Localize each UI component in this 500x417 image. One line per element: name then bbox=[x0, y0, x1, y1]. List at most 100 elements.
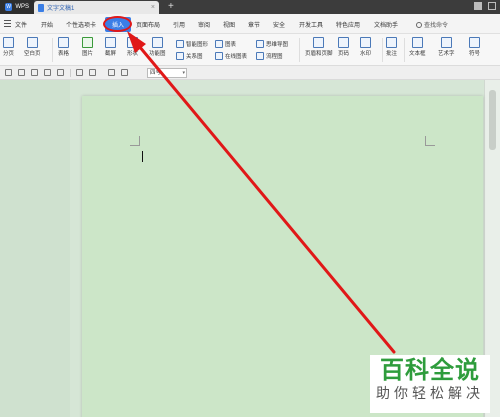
table-button[interactable]: 表格 bbox=[58, 37, 69, 57]
save-icon[interactable] bbox=[18, 69, 25, 76]
command-search-label: 查找命令 bbox=[424, 23, 449, 29]
blank-page-button[interactable]: 空白页 bbox=[24, 37, 41, 57]
wps-home-button[interactable]: W WPS bbox=[0, 0, 34, 14]
redo-icon[interactable] bbox=[89, 69, 96, 76]
mind-map-button[interactable]: 思维导图 bbox=[256, 40, 288, 48]
wps-label: WPS bbox=[15, 4, 29, 10]
menu-file[interactable]: 文件 bbox=[15, 20, 27, 29]
watermark-subtitle: 助你轻松解决 bbox=[376, 386, 484, 402]
close-tab-icon[interactable]: × bbox=[151, 4, 155, 11]
picture-button[interactable]: 图片 bbox=[82, 37, 93, 57]
tab-home[interactable]: 开始 bbox=[41, 20, 53, 29]
function-chart-button[interactable]: 功能图 bbox=[149, 37, 166, 57]
tab-security[interactable]: 安全 bbox=[273, 20, 285, 29]
command-search[interactable]: 查找命令 bbox=[416, 20, 448, 29]
ribbon-divider bbox=[404, 38, 405, 62]
table-label: 表格 bbox=[58, 51, 70, 57]
tab-doc-assistant[interactable]: 文档助手 bbox=[374, 20, 398, 29]
watermark-label: 水印 bbox=[360, 51, 372, 57]
wps-logo-icon: W bbox=[5, 3, 13, 11]
margin-marker-top-right bbox=[425, 136, 435, 146]
watermark-button[interactable]: 水印 bbox=[360, 37, 371, 57]
flowchart-button[interactable]: 流程图 bbox=[256, 52, 283, 60]
document-tab[interactable]: 文字文稿1 × bbox=[34, 1, 159, 14]
account-icon[interactable] bbox=[474, 2, 482, 10]
tab-review[interactable]: 审阅 bbox=[198, 20, 210, 29]
customize-icon[interactable] bbox=[121, 69, 128, 76]
comment-button[interactable]: 批注 bbox=[386, 37, 397, 57]
left-margin-area bbox=[0, 80, 70, 417]
page-break-icon bbox=[3, 37, 14, 48]
tab-custom[interactable]: 个性选项卡 bbox=[66, 20, 96, 29]
textbox-icon bbox=[411, 37, 423, 48]
flowchart-icon bbox=[256, 52, 264, 60]
shape-icon bbox=[127, 37, 138, 48]
shape-button[interactable]: 形状 bbox=[127, 37, 138, 57]
quickbar-divider bbox=[70, 69, 71, 77]
page-break-label: 分页 bbox=[3, 51, 15, 57]
new-file-icon[interactable] bbox=[5, 69, 12, 76]
tab-developer[interactable]: 开发工具 bbox=[299, 20, 323, 29]
new-tab-button[interactable]: + bbox=[168, 1, 174, 12]
tab-page-layout[interactable]: 页面布局 bbox=[136, 20, 160, 29]
screenshot-button[interactable]: 截屏 bbox=[105, 37, 116, 57]
smart-shape-label: 智能图形 bbox=[186, 42, 209, 48]
page-break-button[interactable]: 分页 bbox=[3, 37, 14, 57]
function-chart-label: 功能图 bbox=[149, 51, 166, 57]
symbol-button[interactable]: 符号 bbox=[469, 37, 480, 57]
title-bar: W WPS 文字文稿1 × + bbox=[0, 0, 500, 14]
smart-shape-icon bbox=[176, 40, 184, 48]
chart-button[interactable]: 图表 bbox=[215, 40, 236, 48]
print-preview-icon[interactable] bbox=[44, 69, 51, 76]
relationship-label: 关系图 bbox=[186, 54, 203, 60]
smart-shape-button[interactable]: 智能图形 bbox=[176, 40, 208, 48]
online-chart-icon bbox=[215, 52, 223, 60]
window-controls bbox=[474, 2, 496, 10]
annotation-circle bbox=[103, 16, 132, 32]
relationship-icon bbox=[176, 52, 184, 60]
quick-access-bar: 四号 bbox=[0, 66, 500, 80]
pdf-export-icon[interactable] bbox=[57, 69, 64, 76]
page-number-label: 页码 bbox=[338, 51, 350, 57]
chart-label: 图表 bbox=[225, 42, 237, 48]
picture-label: 图片 bbox=[82, 51, 94, 57]
blank-page-icon bbox=[26, 37, 38, 48]
scrollbar-thumb[interactable] bbox=[489, 90, 496, 150]
art-text-button[interactable]: 艺术字 bbox=[438, 37, 455, 57]
function-chart-icon bbox=[151, 37, 163, 48]
text-cursor bbox=[142, 151, 143, 162]
online-chart-button[interactable]: 在线图表 bbox=[215, 52, 247, 60]
tab-view[interactable]: 视图 bbox=[223, 20, 235, 29]
font-size-select[interactable]: 四号 bbox=[147, 68, 187, 78]
screenshot-label: 截屏 bbox=[105, 51, 117, 57]
tab-references[interactable]: 引用 bbox=[173, 20, 185, 29]
mind-map-icon bbox=[256, 40, 264, 48]
textbox-label: 文本框 bbox=[409, 51, 426, 57]
symbol-label: 符号 bbox=[469, 51, 481, 57]
header-footer-icon bbox=[313, 37, 325, 48]
restore-window-icon[interactable] bbox=[488, 2, 496, 10]
watermark-title: 百科全说 bbox=[380, 356, 480, 384]
margin-marker-top-left bbox=[130, 136, 140, 146]
menu-icon[interactable] bbox=[4, 20, 11, 27]
format-painter-icon[interactable] bbox=[108, 69, 115, 76]
textbox-button[interactable]: 文本框 bbox=[409, 37, 426, 57]
relationship-button[interactable]: 关系图 bbox=[176, 52, 203, 60]
table-icon bbox=[58, 37, 69, 48]
undo-icon[interactable] bbox=[76, 69, 83, 76]
blank-page-label: 空白页 bbox=[24, 51, 41, 57]
header-footer-button[interactable]: 页眉和页脚 bbox=[305, 37, 333, 57]
tab-special-apps[interactable]: 特色应用 bbox=[336, 20, 360, 29]
site-watermark: 百科全说 助你轻松解决 bbox=[370, 355, 490, 413]
menu-bar: 文件 开始 个性选项卡 插入 页面布局 引用 审阅 视图 章节 安全 开发工具 … bbox=[0, 14, 500, 34]
shape-label: 形状 bbox=[127, 51, 139, 57]
search-icon bbox=[416, 21, 422, 28]
print-icon[interactable] bbox=[31, 69, 38, 76]
page-number-icon bbox=[338, 37, 349, 48]
header-footer-label: 页眉和页脚 bbox=[305, 51, 333, 57]
mind-map-label: 思维导图 bbox=[266, 42, 289, 48]
art-text-icon bbox=[440, 37, 452, 48]
page-number-button[interactable]: 页码 bbox=[338, 37, 349, 57]
tab-section[interactable]: 章节 bbox=[248, 20, 260, 29]
comment-label: 批注 bbox=[386, 51, 398, 57]
